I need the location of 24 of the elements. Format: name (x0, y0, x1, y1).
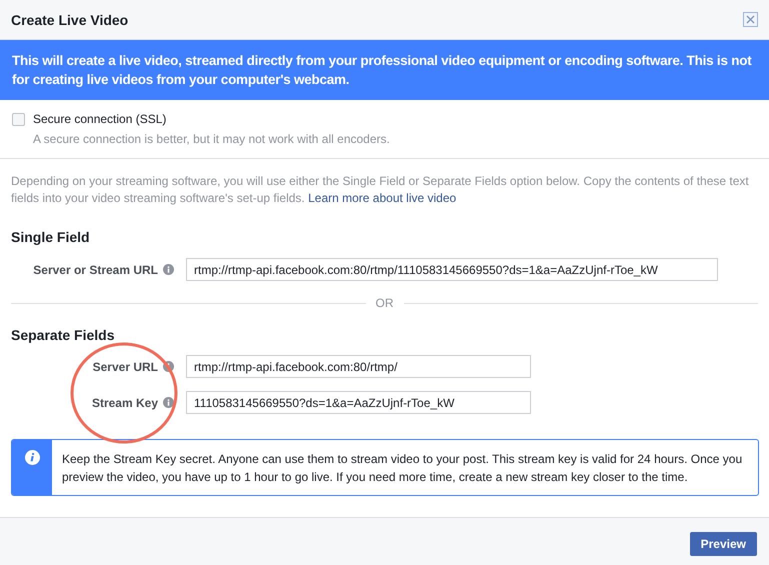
notice-text: Keep the Stream Key secret. Anyone can use them to stream video to your post. This stream key is valid for 24 hours. Once you preview the video, you have up to 1 hour to go live. If you need more time, create a new stream key closer to the time. (61, 451, 744, 486)
section-heading: Separate Fields (11, 327, 116, 343)
dialog-title: Create Live Video (11, 12, 128, 28)
field-label: Stream Key (92, 396, 158, 410)
checkbox[interactable] (12, 112, 25, 126)
input-field[interactable]: rtmp://rtmp-api.facebook.com:80/rtmp/1110583145669550?ds=1&a=AaZzUjnf-rToe_kW (186, 258, 718, 281)
info-banner: This will create a live video, streamed directly from your professional video equipment or encoding software. This is not for creating live videos from your computer's webcam. (0, 40, 769, 100)
field-label: Server or Stream URL (33, 262, 158, 276)
input-field[interactable]: rtmp://rtmp-api.facebook.com:80/rtmp/ (186, 355, 531, 378)
section-heading: Single Field (11, 229, 91, 245)
info-icon[interactable] (163, 264, 174, 275)
info-icon[interactable] (163, 397, 174, 408)
hint-text: A secure connection is better, but it may not work with all encoders. (33, 132, 391, 146)
close-button[interactable] (743, 12, 758, 27)
preview-button[interactable]: Preview (690, 532, 757, 556)
info-icon (24, 450, 40, 465)
input-field[interactable]: 1110583145669550?ds=1&a=AaZzUjnf-rToe_kW (186, 391, 531, 414)
checkbox-label: Secure connection (SSL) (33, 112, 166, 126)
info-icon[interactable] (163, 361, 174, 372)
separator-label: OR (376, 296, 394, 310)
close-icon (746, 15, 755, 24)
learn-more-link[interactable]: Learn more about live video (308, 191, 456, 205)
field-label: Server URL (92, 360, 158, 374)
description-text: Depending on your streaming software, you will use either the Single Field or Separate Fields option below. Copy the contents of these text fields into your video streaming software's set-up fields. Learn more about live video (11, 173, 750, 207)
